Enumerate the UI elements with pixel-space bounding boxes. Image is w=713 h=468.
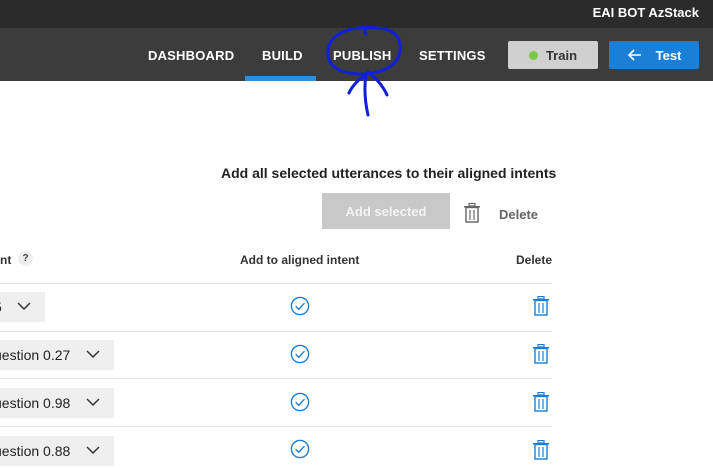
check-circle-icon[interactable] [290,392,310,412]
test-button-label: Test [655,47,682,63]
check-circle-icon[interactable] [290,344,310,364]
row-divider [0,331,552,332]
trash-icon[interactable] [532,392,550,412]
tab-build[interactable]: BUILD [262,48,303,63]
chevron-down-icon [86,446,100,455]
tab-publish[interactable]: PUBLISH [333,48,391,63]
intent-dropdown-value: 5 [0,299,2,315]
intent-column-header: nt [0,253,12,267]
tab-dashboard[interactable]: DASHBOARD [148,48,234,63]
delete-column-header: Delete [516,253,553,267]
add-selected-button[interactable]: Add selected [322,193,450,229]
row-divider [0,426,552,427]
chevron-down-icon [86,398,100,407]
trash-icon[interactable] [532,440,550,460]
intent-dropdown[interactable]: uestion 0.88 [0,436,114,466]
check-circle-icon[interactable] [290,439,310,459]
arrow-left-icon [627,49,641,61]
trash-icon[interactable] [532,344,550,364]
train-button[interactable]: Train [508,41,598,69]
intent-dropdown[interactable]: uestion 0.98 [0,388,114,418]
add-to-aligned-column-header: Add to aligned intent [240,253,360,267]
app-title: EAI BOT AzStack [592,5,699,20]
title-bar: EAI BOT AzStack [0,0,713,28]
intent-dropdown[interactable]: uestion 0.27 [0,340,114,370]
intent-dropdown-value: uestion 0.88 [0,443,71,459]
tab-settings[interactable]: SETTINGS [419,48,486,63]
intent-dropdown[interactable]: 5 [0,292,45,322]
train-status-dot [528,50,538,60]
train-button-label: Train [545,47,578,63]
add-utterances-heading: Add all selected utterances to their ali… [221,165,557,181]
chevron-down-icon [17,302,31,311]
row-divider [0,283,552,284]
main-nav: DASHBOARD BUILD PUBLISH SETTINGS Train T… [0,28,713,81]
check-circle-icon[interactable] [290,296,310,316]
intent-dropdown-value: uestion 0.98 [0,395,71,411]
active-tab-indicator [245,76,316,81]
test-button[interactable]: Test [609,41,699,69]
row-divider [0,378,552,379]
trash-icon[interactable] [532,296,550,316]
chevron-down-icon [86,350,100,359]
help-icon[interactable]: ? [18,251,33,266]
trash-icon[interactable] [463,203,481,223]
intent-dropdown-value: uestion 0.27 [0,347,71,363]
delete-selected-button[interactable]: Delete [499,207,538,222]
